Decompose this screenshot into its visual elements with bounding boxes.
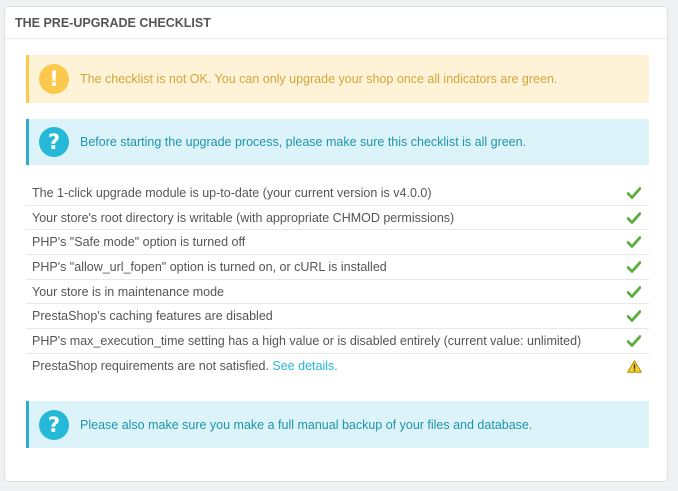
- info-alert-text: Before starting the upgrade process, ple…: [80, 135, 527, 149]
- checklist-item-text: PHP's "Safe mode" option is turned off: [32, 235, 246, 250]
- checklist-item-text: Your store's root directory is writable …: [32, 210, 455, 225]
- check-icon: [622, 335, 646, 347]
- question-icon: ?: [39, 127, 69, 157]
- backup-alert-text: Please also make sure you make a full ma…: [80, 417, 533, 432]
- warning-alert-text: The checklist is not OK. You can only up…: [80, 72, 558, 86]
- checklist-row: Your store is in maintenance mode: [26, 280, 649, 305]
- checklist-item-text: Your store is in maintenance mode: [32, 284, 225, 299]
- exclamation-icon: !: [39, 64, 69, 94]
- check-icon: [622, 310, 646, 323]
- checklist-row: Your store's root directory is writable …: [26, 206, 649, 231]
- checklist-warning-alert: ! The checklist is not OK. You can only …: [26, 55, 649, 103]
- panel-title: The pre-upgrade checklist: [5, 7, 667, 39]
- checklist-item-label: The 1-click upgrade module is up-to-date…: [32, 186, 432, 200]
- checklist-item-text: PrestaShop requirements are not satisfie…: [32, 359, 269, 374]
- check-icon: [622, 186, 646, 199]
- checklist-item-label: Your store's root directory is writable …: [32, 211, 454, 225]
- checklist-info-alert: ? Before starting the upgrade process, p…: [26, 119, 649, 165]
- checklist-item-label: PrestaShop's caching features are disabl…: [32, 309, 273, 323]
- checklist-item-text: PHP's "allow_url_fopen" option is turned…: [32, 259, 387, 274]
- see-details-link[interactable]: See details.: [272, 359, 337, 373]
- checklist-item-text: The 1-click upgrade module is up-to-date…: [32, 185, 432, 200]
- checklist-row: PrestaShop requirements are not satisfie…: [26, 354, 649, 379]
- check-icon: [622, 285, 646, 298]
- checklist-item-label: PHP's "allow_url_fopen" option is turned…: [32, 260, 387, 274]
- pre-upgrade-checklist-panel: The pre-upgrade checklist ! The checklis…: [4, 6, 668, 482]
- checklist-item-label: Your store is in maintenance mode: [32, 285, 224, 299]
- checklist-row: The 1-click upgrade module is up-to-date…: [26, 181, 649, 206]
- checklist-item-text: PrestaShop's caching features are disabl…: [32, 309, 273, 324]
- checklist-item-label: PHP's max_execution_time setting has a h…: [32, 334, 581, 348]
- warning-triangle-icon: [622, 359, 646, 373]
- check-icon: [622, 261, 646, 273]
- question-icon: ?: [39, 409, 69, 440]
- check-icon: [622, 236, 646, 249]
- checklist-table: The 1-click upgrade module is up-to-date…: [26, 181, 649, 379]
- checklist-item-label: PHP's "Safe mode" option is turned off: [32, 235, 245, 249]
- checklist-item-label: PrestaShop requirements are not satisfie…: [32, 359, 338, 373]
- checklist-row: PHP's "allow_url_fopen" option is turned…: [26, 255, 649, 280]
- checklist-item-text: PHP's max_execution_time setting has a h…: [32, 333, 582, 348]
- check-icon: [622, 211, 646, 224]
- checklist-row: PrestaShop's caching features are disabl…: [26, 304, 649, 330]
- checklist-row: PHP's "Safe mode" option is turned off: [26, 230, 649, 256]
- backup-info-alert: ? Please also make sure you make a full …: [26, 401, 649, 448]
- checklist-row: PHP's max_execution_time setting has a h…: [26, 329, 649, 354]
